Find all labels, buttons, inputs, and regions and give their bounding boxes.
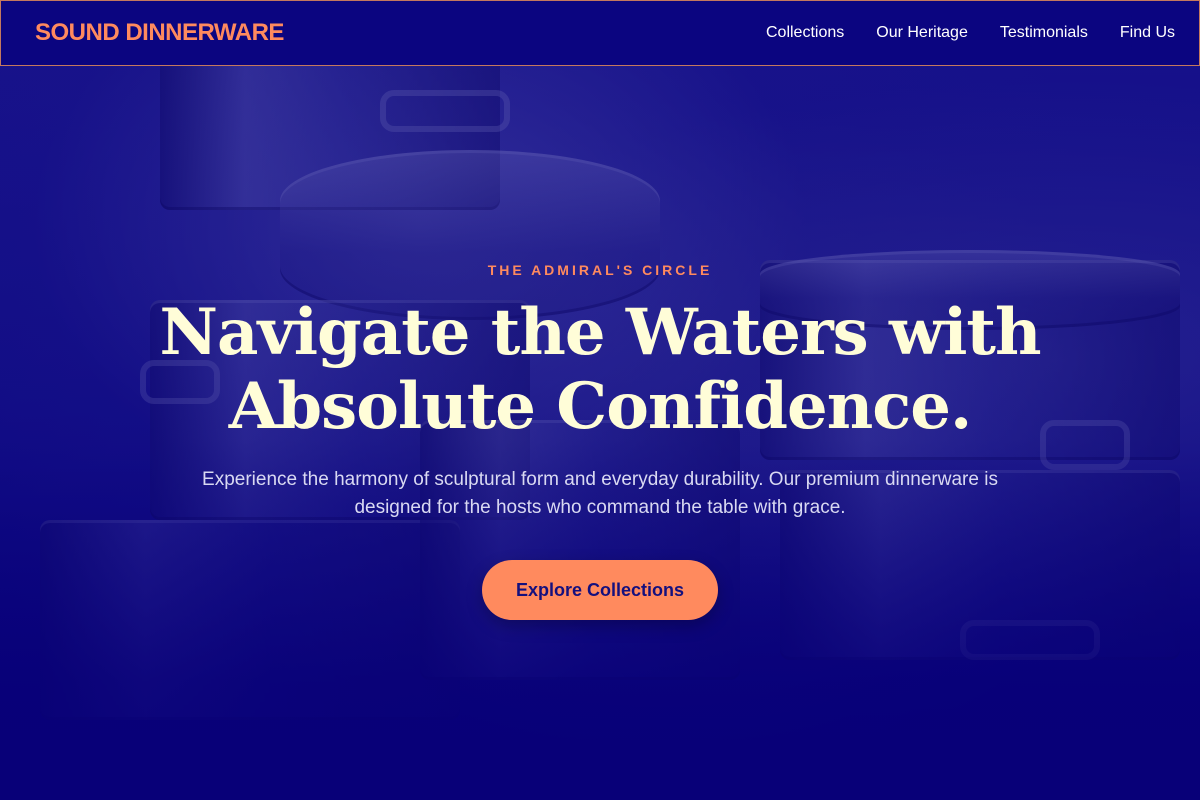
nav-link-testimonials[interactable]: Testimonials [1000,24,1088,42]
hero-headline: Navigate the Waters with Absolute Confid… [159,295,1042,444]
explore-collections-button[interactable]: Explore Collections [482,560,718,620]
hero-eyebrow: THE ADMIRAL'S CIRCLE [487,262,713,278]
page: SOUND DINNERWARE Collections Our Heritag… [0,0,1200,800]
brand-logo[interactable]: SOUND DINNERWARE [35,19,284,47]
nav-link-collections[interactable]: Collections [766,24,844,42]
nav-link-find-us[interactable]: Find Us [1120,24,1175,42]
nav-link-our-heritage[interactable]: Our Heritage [876,24,968,42]
navbar: SOUND DINNERWARE Collections Our Heritag… [0,0,1200,66]
hero-section: THE ADMIRAL'S CIRCLE Navigate the Waters… [0,0,1200,800]
nav-links: Collections Our Heritage Testimonials Fi… [766,24,1175,42]
hero-subtext: Experience the harmony of sculptural for… [202,469,998,518]
